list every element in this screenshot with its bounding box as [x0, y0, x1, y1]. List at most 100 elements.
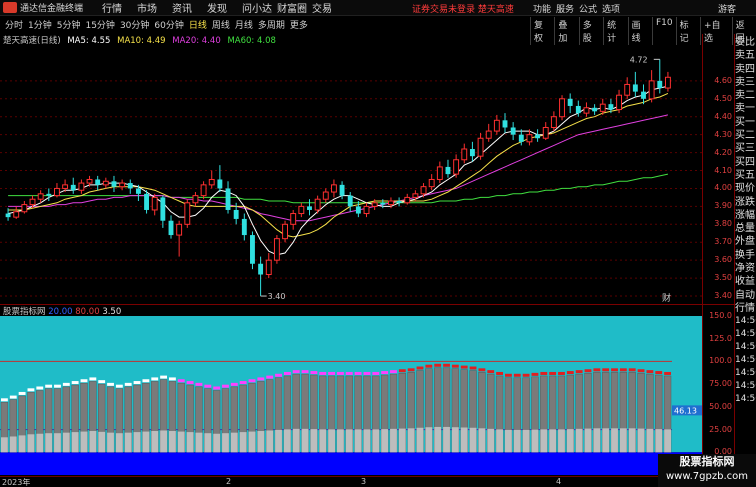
indicator-bar-inner [36, 433, 44, 453]
indicator-marker [319, 371, 327, 375]
tick-time: 14:56 [735, 355, 756, 366]
period-5min[interactable]: 5分钟 [57, 18, 81, 31]
indicator-bar-inner [505, 429, 512, 453]
tool-mark[interactable]: 标记 [675, 17, 700, 45]
tool-draw[interactable]: 画线 [627, 17, 652, 45]
indicator-bar-inner [319, 429, 327, 453]
period-monthly[interactable]: 月线 [235, 18, 253, 31]
indicator-bar-inner [1, 437, 8, 453]
ma10-line [8, 92, 669, 238]
login-warning[interactable]: 证券交易未登录 楚天高速 [412, 2, 514, 15]
indicator-bar-inner [310, 429, 318, 453]
menu-item-news[interactable]: 资讯 [172, 0, 207, 15]
candle [428, 174, 435, 191]
menu-item-trade[interactable]: 交易 [312, 0, 347, 15]
indicator-marker [71, 381, 79, 385]
period-15min[interactable]: 15分钟 [85, 18, 114, 31]
indicator-marker [328, 371, 335, 375]
period-multi[interactable]: 多周期 [258, 18, 285, 31]
indicator-marker [169, 377, 176, 381]
candle [396, 197, 402, 207]
period-weekly[interactable]: 周线 [212, 18, 230, 31]
candle [307, 199, 312, 216]
tool-adjust[interactable]: 复权 [530, 17, 554, 45]
period-60min[interactable]: 60分钟 [154, 18, 183, 31]
candle-body [168, 220, 174, 236]
candle-body [641, 91, 646, 99]
indicator-bar-inner [266, 430, 274, 453]
candle-body [29, 198, 36, 206]
menu-item-ask[interactable]: 问小达 [242, 0, 277, 15]
divider [702, 34, 703, 476]
candle-body [396, 201, 402, 203]
indicator-marker [9, 395, 17, 399]
indicator-marker [584, 369, 592, 373]
candle-body [21, 204, 28, 213]
candle [54, 183, 60, 198]
guest-label[interactable]: 游客 [718, 2, 736, 15]
candle [111, 175, 117, 193]
indicator-marker [628, 368, 636, 372]
indicator-marker [549, 371, 557, 375]
indicator-bar-inner [655, 429, 663, 453]
candle-body [380, 202, 386, 205]
period-more[interactable]: 更多 [290, 18, 308, 31]
indicator-bar-inner [177, 431, 185, 453]
indicator-marker [637, 369, 645, 373]
candle [282, 220, 288, 243]
candle-body [250, 235, 255, 264]
menu-item-market[interactable]: 行情 [102, 0, 137, 15]
indicator-marker [443, 363, 450, 367]
indicator-tick: 75.00 [709, 379, 732, 389]
candle [477, 132, 484, 160]
quote-field: 总量 [735, 223, 755, 235]
quote-field: 买四 [735, 156, 755, 168]
candle-body [5, 213, 11, 218]
period-toolbar: 分时 1分钟 5分钟 15分钟 30分钟 60分钟 日线 周线 月线 多周期 更… [0, 17, 756, 45]
title-bar: 通达信金融终端 行情 市场 资讯 发现 问小达 财富圈 交易 证券交易未登录 楚… [0, 0, 756, 16]
xaxis-label: 2023年 [2, 478, 31, 487]
quote-field: 涨跌 [735, 196, 755, 208]
candle-body [355, 206, 361, 214]
indicator-marker [513, 373, 521, 377]
tool-multi[interactable]: 多股 [578, 17, 603, 45]
quote-panel: 委比 卖五 卖四 卖三 卖二 卖一 买一 买二 买三 买四 买五 现价 涨跌 涨幅 总量 外盘 换手 净资 收益 自动… [735, 36, 756, 476]
indicator-bar-inner [593, 428, 601, 453]
tool-overlay[interactable]: 叠加 [554, 17, 578, 45]
candle-body [102, 180, 109, 186]
indicator-marker [478, 368, 486, 372]
period-1min[interactable]: 1分钟 [28, 18, 52, 31]
indicator-bar-inner [345, 429, 353, 453]
candle [493, 114, 500, 135]
period-30min[interactable]: 30分钟 [120, 18, 149, 31]
candle-body [428, 178, 435, 188]
menu-item-service[interactable]: 服务 [556, 2, 579, 15]
menu-item-discover[interactable]: 发现 [207, 0, 242, 15]
candlestick-chart[interactable]: 4.72 3.40 财 [0, 45, 702, 305]
menu-item-function[interactable]: 功能 [533, 2, 556, 15]
tool-stats[interactable]: 统计 [603, 17, 627, 45]
menu-item-formula[interactable]: 公式 [579, 2, 602, 15]
candle-body [420, 186, 427, 195]
menu-item-wealth[interactable]: 财富圈 [277, 0, 312, 15]
candle [583, 102, 590, 117]
indicator-marker [575, 370, 583, 374]
candle-body [632, 84, 638, 92]
candle-body [542, 126, 549, 139]
menu-item-markets[interactable]: 市场 [137, 0, 172, 15]
period-tick[interactable]: 分时 [5, 18, 23, 31]
indicator-tick: 125.0 [709, 333, 732, 343]
price-tick: 3.40 [714, 291, 732, 301]
indicator-bar-inner [275, 429, 282, 453]
indicator-marker [257, 377, 265, 381]
tool-f10[interactable]: F10 [651, 17, 676, 45]
indicator-marker [195, 382, 203, 386]
tool-add-watchlist[interactable]: +自选 [699, 17, 732, 45]
indicator-bar-inner [9, 436, 17, 453]
price-tick: 4.20 [714, 147, 732, 157]
tick-time: 14:56 [735, 394, 756, 405]
menu-item-options[interactable]: 选项 [602, 2, 625, 15]
candle [168, 215, 174, 239]
indicator-chart[interactable]: 46.13 [0, 316, 702, 475]
period-daily[interactable]: 日线 [189, 18, 207, 31]
